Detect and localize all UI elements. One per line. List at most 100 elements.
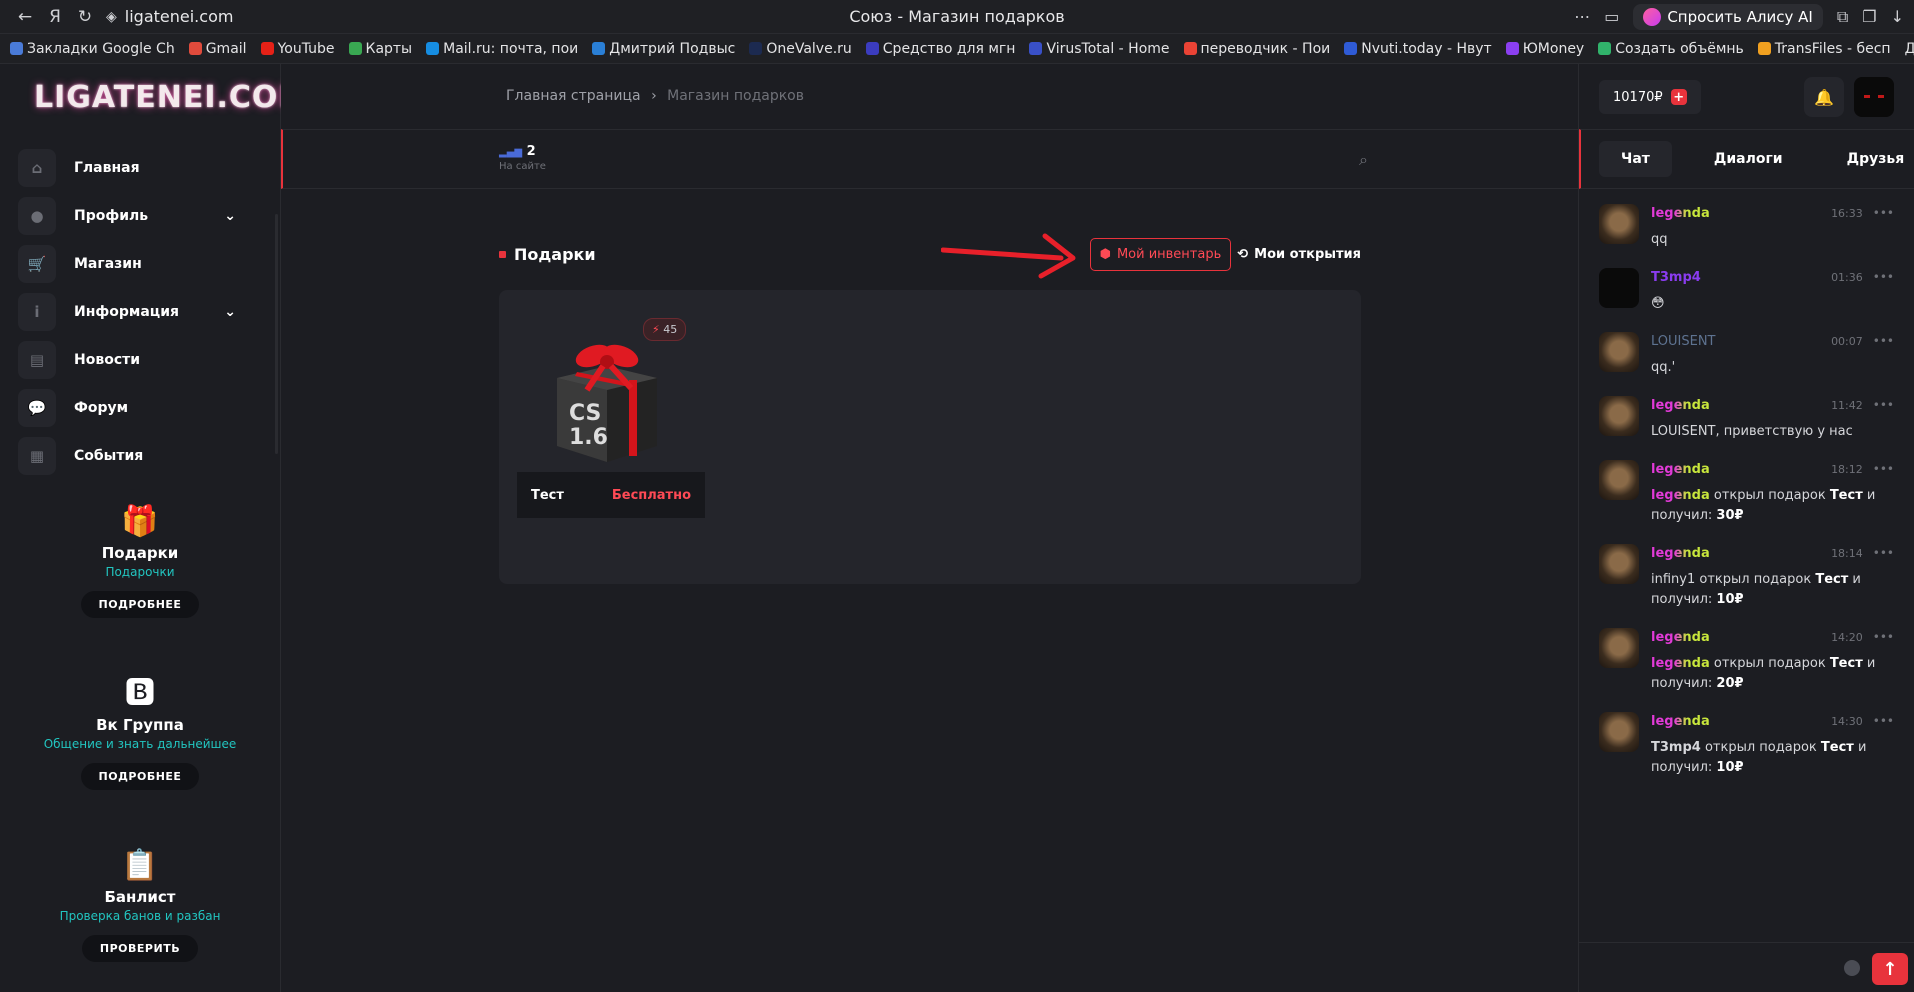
user-avatar[interactable]: [1854, 77, 1894, 117]
bookmark-item[interactable]: Nvuti.today - Нвут: [1344, 41, 1492, 57]
back-icon[interactable]: ←: [10, 2, 40, 32]
message-author[interactable]: LOUISENT: [1651, 334, 1716, 349]
chat-tab[interactable]: Чат: [1599, 141, 1672, 177]
my-openings-button[interactable]: ⟲ Мои открытия: [1237, 247, 1361, 262]
bookmark-icon[interactable]: ▭: [1604, 7, 1619, 26]
bookmark-item[interactable]: TransFiles - бесп: [1757, 41, 1891, 57]
more-icon[interactable]: •••: [1873, 206, 1894, 220]
more-icon[interactable]: •••: [1873, 270, 1894, 284]
promo-button[interactable]: ПОДРОБНЕЕ: [80, 763, 200, 790]
chevron-down-icon[interactable]: ⌄: [224, 208, 236, 224]
bookmark-item[interactable]: Закладки Google Ch: [10, 41, 175, 57]
more-icon[interactable]: ⋯: [1574, 7, 1590, 26]
message-author[interactable]: legenda: [1651, 462, 1710, 477]
message-author[interactable]: legenda: [1651, 206, 1710, 221]
chevron-down-icon[interactable]: ⌄: [224, 304, 236, 320]
avatar[interactable]: [1599, 332, 1639, 372]
chat-tab[interactable]: Диалоги: [1692, 141, 1805, 177]
chat-tab[interactable]: Друзья: [1825, 141, 1914, 177]
bookmark-favicon-icon: [260, 42, 274, 55]
menu-item[interactable]: ▦ События: [0, 432, 280, 480]
bookmark-item[interactable]: VirusTotal - Home: [1029, 41, 1170, 57]
actor-name[interactable]: infiny1: [1651, 572, 1695, 587]
bookmark-favicon-icon: [10, 42, 23, 55]
more-icon[interactable]: •••: [1873, 462, 1894, 476]
bookmark-item[interactable]: Создать объёмнь: [1598, 41, 1744, 57]
balance-box[interactable]: 10170₽ +: [1599, 80, 1701, 114]
site-logo[interactable]: LIGATENEI.COM: [0, 64, 308, 130]
avatar[interactable]: [1599, 204, 1639, 244]
search-icon[interactable]: ⌕: [1359, 150, 1368, 170]
gift-name: Тест: [1820, 740, 1854, 755]
avatar[interactable]: [1599, 712, 1639, 752]
more-icon[interactable]: •••: [1873, 546, 1894, 560]
actor-name[interactable]: legenda: [1651, 488, 1710, 503]
avatar[interactable]: [1599, 460, 1639, 500]
gift-name: Тест: [1829, 488, 1863, 503]
message-time: 16:33: [1831, 206, 1863, 220]
gift-price: Бесплатно: [611, 487, 691, 503]
actor-name[interactable]: legenda: [1651, 656, 1710, 671]
menu-item-label: Профиль: [74, 208, 149, 224]
downloads-icon[interactable]: ↓: [1891, 7, 1904, 26]
yandex-icon[interactable]: Я: [40, 2, 70, 32]
gift-amount: 20₽: [1716, 676, 1744, 691]
menu-item[interactable]: ⌂ Главная: [0, 144, 280, 192]
message-author[interactable]: legenda: [1651, 546, 1710, 561]
bookmark-item[interactable]: переводчик - Пои: [1183, 41, 1330, 57]
more-icon[interactable]: •••: [1873, 398, 1894, 412]
breadcrumb-home[interactable]: Главная страница: [506, 88, 641, 104]
actor-name[interactable]: T3mp4: [1651, 740, 1701, 755]
promo-button[interactable]: ПОДРОБНЕЕ: [80, 591, 200, 618]
bookmark-item[interactable]: Gmail: [188, 41, 247, 57]
reload-icon[interactable]: ↻: [70, 2, 100, 32]
chat-message: LOUISENT 00:07 ••• qq.': [1579, 332, 1914, 378]
history-icon: ⟲: [1237, 246, 1249, 262]
menu-item[interactable]: 🛒 Магазин: [0, 240, 280, 288]
bookmark-item[interactable]: Mail.ru: почта, пои: [426, 41, 578, 57]
scroll-up-button[interactable]: ↑: [1872, 953, 1908, 985]
menu-item[interactable]: ▤ Новости: [0, 336, 280, 384]
more-icon[interactable]: •••: [1873, 630, 1894, 644]
emoji-icon[interactable]: [1844, 960, 1860, 976]
sidebar-scrollbar[interactable]: [275, 214, 278, 454]
ask-alice-button[interactable]: Спросить Алису AI: [1633, 3, 1823, 30]
bookmark-item[interactable]: Дмитрий Подвыс: [592, 41, 735, 57]
bookmark-item[interactable]: Карты: [348, 41, 412, 57]
my-inventory-button[interactable]: ⬢ Мой инвентарь: [1089, 237, 1232, 271]
bookmark-favicon-icon: [348, 42, 362, 55]
avatar[interactable]: [1599, 396, 1639, 436]
bookmark-item[interactable]: YouTube: [260, 41, 335, 57]
extensions-icon[interactable]: ⧉: [1837, 7, 1848, 27]
other-bookmarks[interactable]: Другие закладки: [1905, 41, 1914, 57]
message-author[interactable]: legenda: [1651, 714, 1710, 729]
message-author[interactable]: legenda: [1651, 630, 1710, 645]
gifts-panel: ⚡ 45 CS 1.6 Тест Бесплатно: [499, 290, 1361, 584]
message-author[interactable]: legenda: [1651, 398, 1710, 413]
left-sidebar: LIGATENEI.COM ⌂ Главная ● Профиль ⌄ 🛒 Магазин i…: [0, 64, 308, 992]
bookmark-item[interactable]: OneValve.ru: [749, 41, 852, 57]
topup-button[interactable]: +: [1670, 89, 1687, 105]
menu-item[interactable]: ● Профиль ⌄: [0, 192, 280, 240]
bookmark-item[interactable]: ЮMoney: [1505, 41, 1584, 57]
avatar[interactable]: [1599, 268, 1639, 308]
gift-amount: 10₽: [1716, 592, 1744, 607]
message-author[interactable]: T3mp4: [1651, 270, 1701, 285]
bookmark-item[interactable]: Средство для мгн: [865, 41, 1015, 57]
avatar[interactable]: [1599, 544, 1639, 584]
collections-icon[interactable]: ❐: [1862, 7, 1876, 26]
avatar[interactable]: [1599, 628, 1639, 668]
bookmark-favicon-icon: [1598, 42, 1612, 55]
menu-item[interactable]: 💬 Форум: [0, 384, 280, 432]
promo-button[interactable]: ПРОВЕРИТЬ: [81, 935, 199, 962]
address-bar[interactable]: ◈ ligatenei.com: [106, 7, 233, 26]
more-icon[interactable]: •••: [1873, 714, 1894, 728]
bell-icon[interactable]: 🔔: [1804, 77, 1844, 117]
message-body: T3mp4 открыл подарок Тест и получил: 10₽: [1651, 738, 1894, 778]
news-icon: ▤: [18, 341, 56, 379]
online-label: На сайте: [499, 161, 546, 172]
more-icon[interactable]: •••: [1873, 334, 1894, 348]
gift-card[interactable]: ⚡ 45 CS 1.6 Тест Бесплатно: [517, 318, 705, 518]
menu-item[interactable]: i Информация ⌄: [0, 288, 280, 336]
chat-input-area[interactable]: ↑: [1579, 942, 1914, 992]
